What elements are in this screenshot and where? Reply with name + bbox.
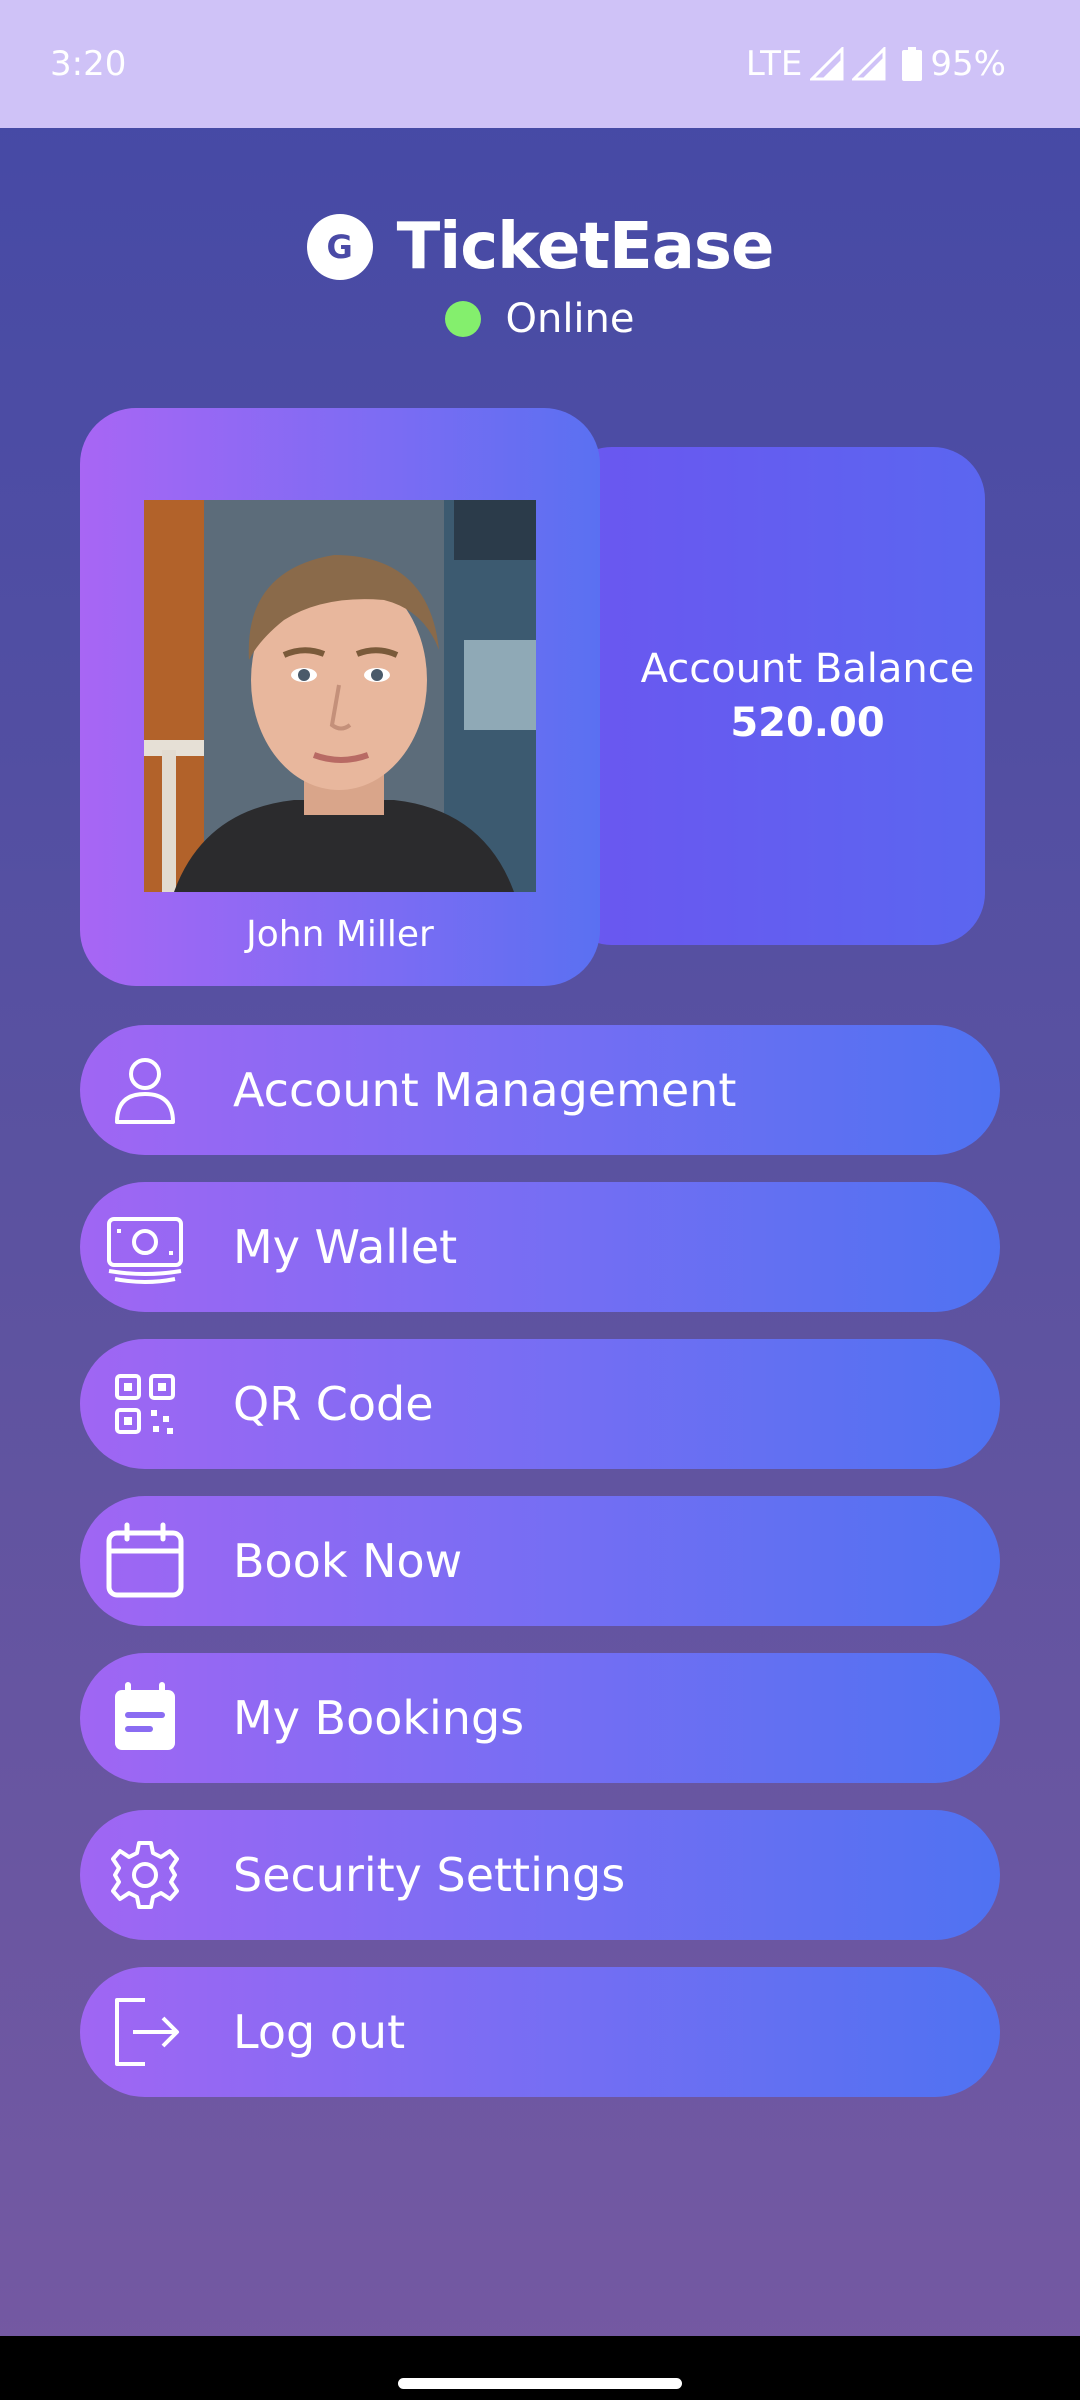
user-icon (105, 1050, 185, 1130)
navigation-bar (0, 2336, 1080, 2400)
logout-icon (105, 1992, 185, 2072)
wallet-icon (105, 1207, 185, 1287)
gear-icon (105, 1835, 185, 1915)
my-wallet-button[interactable]: My Wallet (80, 1182, 1000, 1312)
main-menu: Account Management My Wallet QR Code Boo… (80, 1025, 1000, 2124)
home-gesture-handle[interactable] (398, 2378, 682, 2389)
book-now-button[interactable]: Book Now (80, 1496, 1000, 1626)
my-bookings-button[interactable]: My Bookings (80, 1653, 1000, 1783)
account-management-button[interactable]: Account Management (80, 1025, 1000, 1155)
menu-label: My Bookings (233, 1691, 525, 1745)
menu-label: QR Code (233, 1377, 434, 1431)
online-indicator (445, 301, 482, 337)
logout-button[interactable]: Log out (80, 1967, 1000, 2097)
menu-label: Account Management (233, 1063, 737, 1117)
status-icons: LTE 95% (746, 44, 1006, 84)
status-time: 3:20 (50, 44, 127, 84)
qr-code-button[interactable]: QR Code (80, 1339, 1000, 1469)
app-name: TicketEase (396, 210, 775, 284)
avatar[interactable] (144, 500, 536, 892)
profile-photo (144, 500, 536, 892)
bookings-icon (105, 1678, 185, 1758)
balance-label: Account Balance (640, 646, 975, 692)
app-screen: 3:20 LTE 95% G TicketEase Online Account… (0, 0, 1080, 2400)
menu-label: Book Now (233, 1534, 463, 1588)
menu-label: Log out (233, 2005, 406, 2059)
app-logo: G (306, 214, 373, 280)
network-type: LTE (745, 44, 803, 84)
calendar-icon (105, 1521, 185, 1601)
online-status-label: Online (505, 296, 635, 342)
online-status: Online (445, 296, 635, 342)
qr-code-icon (105, 1364, 185, 1444)
signal-icon (810, 47, 844, 81)
signal-icon-2 (852, 47, 886, 81)
app-header: G TicketEase Online (0, 210, 1080, 342)
menu-label: My Wallet (233, 1220, 458, 1274)
balance-card: Account Balance 520.00 (560, 447, 985, 945)
status-bar: 3:20 LTE 95% (0, 0, 1080, 128)
battery-level: 95% (930, 44, 1006, 84)
profile-card[interactable]: John Miller (80, 408, 600, 986)
balance-value: 520.00 (730, 700, 885, 746)
profile-name: John Miller (246, 914, 434, 955)
battery-icon (902, 47, 923, 81)
brand: G TicketEase (306, 210, 775, 284)
menu-label: Security Settings (233, 1848, 626, 1902)
security-settings-button[interactable]: Security Settings (80, 1810, 1000, 1940)
